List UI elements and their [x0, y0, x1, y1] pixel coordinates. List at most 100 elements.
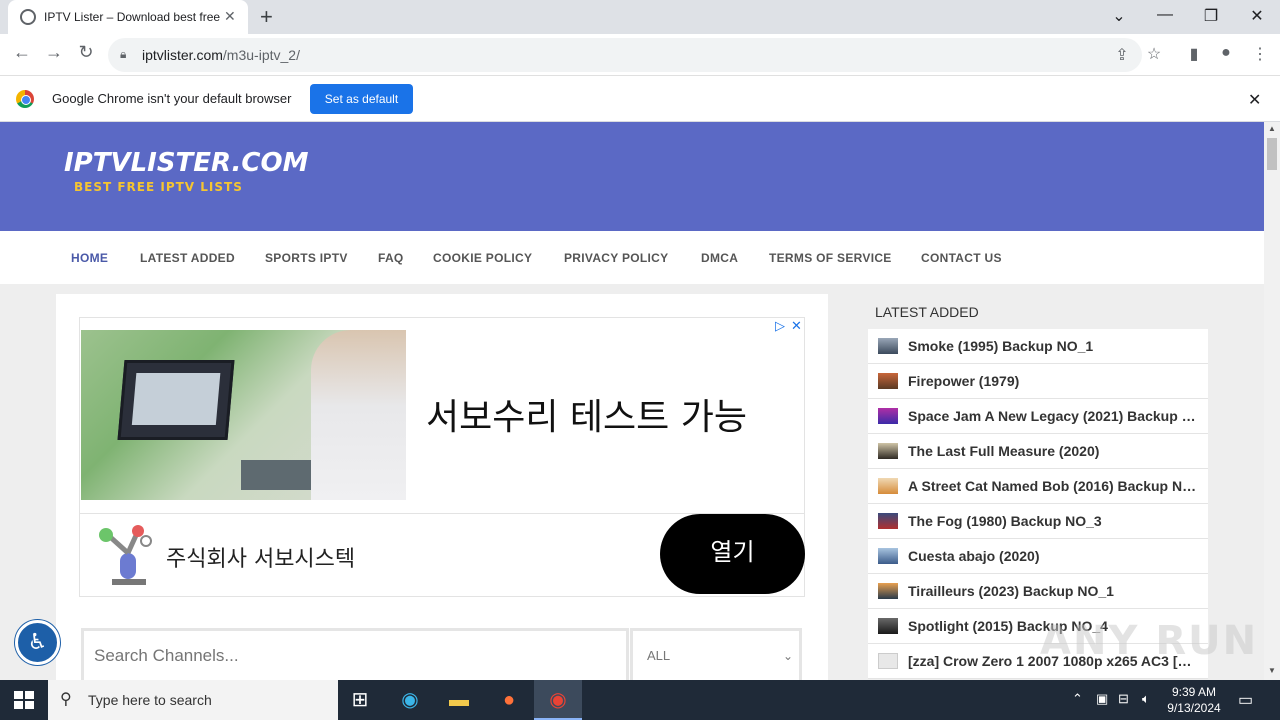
- nav-contact-us[interactable]: CONTACT US: [921, 251, 1002, 265]
- main-content: ▷ ✕ 서보수리 테스트 가능 주식회사 서보시스텍 열기 ALL ⌄: [56, 294, 828, 680]
- minimize-button[interactable]: —: [1150, 6, 1180, 24]
- edge-browser-icon[interactable]: ◉: [386, 680, 434, 720]
- chrome-taskbar-icon[interactable]: ◉: [534, 680, 582, 720]
- restore-button[interactable]: ❐: [1196, 6, 1226, 26]
- ad-image[interactable]: [81, 330, 406, 500]
- nav-faq[interactable]: FAQ: [378, 251, 404, 265]
- url-path: /m3u-iptv_2/: [222, 47, 300, 63]
- bookmark-star-icon[interactable]: ☆: [1142, 44, 1166, 64]
- url-text: iptvlister.com/m3u-iptv_2/: [142, 47, 300, 63]
- nav-home[interactable]: HOME: [71, 251, 108, 265]
- menu-kebab-icon[interactable]: ⋮: [1248, 44, 1272, 64]
- list-item[interactable]: The Fog (1980) Backup NO_3: [868, 504, 1208, 539]
- adchoices-icon[interactable]: ▷: [775, 318, 785, 334]
- windows-taskbar: ⚲ Type here to search ⊞ ◉ ▬ ● ◉ ⌃ ▣ ⊟ 🔈︎…: [0, 680, 1280, 720]
- chrome-logo-icon: [16, 90, 34, 108]
- notification-icon[interactable]: ▭: [1238, 690, 1253, 710]
- profile-avatar-icon[interactable]: ●: [1214, 44, 1238, 62]
- movie-thumbnail: [878, 478, 898, 494]
- nav-privacy-policy[interactable]: PRIVACY POLICY: [564, 251, 668, 265]
- file-explorer-icon[interactable]: ▬: [435, 680, 483, 720]
- forward-arrow-icon[interactable]: →: [40, 42, 68, 63]
- reload-icon[interactable]: ↻: [72, 42, 100, 63]
- list-item[interactable]: Cuesta abajo (2020): [868, 539, 1208, 574]
- url-domain: iptvlister.com: [142, 47, 223, 63]
- category-select-value: ALL: [647, 648, 671, 663]
- accessibility-icon[interactable]: ♿︎: [15, 620, 60, 665]
- site-tagline: BEST FREE IPTV LISTS: [74, 180, 243, 194]
- search-channels-input[interactable]: [81, 628, 629, 680]
- list-item[interactable]: Smoke (1995) Backup NO_1: [868, 329, 1208, 364]
- robot-arm-logo-icon: [99, 525, 152, 585]
- movie-thumbnail: [878, 548, 898, 564]
- list-item[interactable]: A Street Cat Named Bob (2016) Backup NO_…: [868, 469, 1208, 504]
- windows-start-icon[interactable]: [14, 691, 34, 709]
- meet-now-icon[interactable]: ▣: [1096, 691, 1108, 707]
- tab-search-chevron-icon[interactable]: ⌄: [1104, 6, 1134, 26]
- list-item[interactable]: The Last Full Measure (2020): [868, 434, 1208, 469]
- list-item[interactable]: Space Jam A New Legacy (2021) Backup NO_…: [868, 399, 1208, 434]
- tray-chevron-up-icon[interactable]: ⌃: [1072, 691, 1083, 707]
- share-icon[interactable]: ⇪: [1110, 45, 1134, 65]
- taskbar-clock[interactable]: 9:39 AM 9/13/2024: [1164, 684, 1224, 716]
- sidebar-title: LATEST ADDED: [875, 304, 979, 320]
- nav-terms-of-service[interactable]: TERMS OF SERVICE: [769, 251, 892, 265]
- network-icon[interactable]: ⊟: [1118, 691, 1129, 707]
- ad-headline[interactable]: 서보수리 테스트 가능: [426, 388, 747, 440]
- new-tab-button[interactable]: +: [260, 4, 273, 30]
- laptop-graphic: [117, 360, 235, 440]
- scroll-down-arrow-icon[interactable]: ▼: [1268, 666, 1276, 675]
- site-nav: HOME LATEST ADDED SPORTS IPTV FAQ COOKIE…: [0, 231, 1264, 284]
- nav-cookie-policy[interactable]: COOKIE POLICY: [433, 251, 532, 265]
- movie-thumbnail: [878, 373, 898, 389]
- window-close-button[interactable]: ✕: [1242, 6, 1272, 26]
- taskbar-search-box[interactable]: ⚲ Type here to search: [48, 680, 338, 720]
- category-select[interactable]: ALL ⌄: [630, 628, 802, 680]
- list-item-title[interactable]: Smoke (1995) Backup NO_1: [908, 338, 1198, 354]
- search-icon: ⚲: [60, 691, 72, 708]
- firefox-icon[interactable]: ●: [485, 680, 533, 720]
- advertisement[interactable]: ▷ ✕ 서보수리 테스트 가능 주식회사 서보시스텍 열기: [79, 317, 805, 597]
- nav-dmca[interactable]: DMCA: [701, 251, 738, 265]
- list-item-title[interactable]: The Fog (1980) Backup NO_3: [908, 513, 1198, 529]
- list-item-title[interactable]: The Last Full Measure (2020): [908, 443, 1198, 459]
- nav-latest-added[interactable]: LATEST ADDED: [140, 251, 235, 265]
- site-header: IPTVLISTER.COM BEST FREE IPTV LISTS: [0, 122, 1264, 231]
- default-browser-infobar: Google Chrome isn't your default browser…: [0, 76, 1280, 122]
- list-item-title[interactable]: Firepower (1979): [908, 373, 1198, 389]
- clock-date: 9/13/2024: [1167, 701, 1221, 715]
- address-bar[interactable]: 🔒︎ iptvlister.com/m3u-iptv_2/ ⇪ ☆: [108, 38, 1161, 72]
- site-logo[interactable]: IPTVLISTER.COM: [64, 148, 309, 178]
- infobar-close-icon[interactable]: ✕: [1248, 90, 1261, 110]
- page-scrollbar[interactable]: ▲ ▼: [1264, 122, 1280, 680]
- volume-icon[interactable]: 🔈︎: [1142, 691, 1150, 707]
- tab-close-icon[interactable]: ✕: [224, 8, 236, 25]
- task-view-icon[interactable]: ⊞: [336, 680, 384, 720]
- infobar-message: Google Chrome isn't your default browser: [52, 91, 292, 106]
- ad-company-name[interactable]: 주식회사 서보시스텍: [166, 541, 355, 573]
- list-item[interactable]: Tirailleurs (2023) Backup NO_1: [868, 574, 1208, 609]
- list-item-title[interactable]: Tirailleurs (2023) Backup NO_1: [908, 583, 1198, 599]
- browser-toolbar: ← → ↻ 🔒︎ iptvlister.com/m3u-iptv_2/ ⇪ ☆ …: [0, 34, 1280, 76]
- movie-thumbnail: [878, 653, 898, 669]
- browser-tab[interactable]: IPTV Lister – Download best free ✕: [8, 0, 248, 34]
- movie-thumbnail: [878, 408, 898, 424]
- movie-thumbnail: [878, 443, 898, 459]
- nav-sports-iptv[interactable]: SPORTS IPTV: [265, 251, 348, 265]
- list-item-title[interactable]: Cuesta abajo (2020): [908, 548, 1198, 564]
- set-as-default-button[interactable]: Set as default: [310, 84, 413, 114]
- movie-thumbnail: [878, 618, 898, 634]
- back-arrow-icon[interactable]: ←: [8, 42, 36, 63]
- list-item-title[interactable]: Space Jam A New Legacy (2021) Backup NO_…: [908, 408, 1198, 424]
- scrollbar-thumb[interactable]: [1267, 138, 1277, 170]
- scroll-up-arrow-icon[interactable]: ▲: [1268, 124, 1276, 133]
- ad-close-icon[interactable]: ✕: [791, 318, 802, 334]
- list-item-title[interactable]: A Street Cat Named Bob (2016) Backup NO_…: [908, 478, 1198, 494]
- channel-search: ALL ⌄: [81, 628, 803, 680]
- ad-open-button[interactable]: 열기: [660, 514, 805, 594]
- web-page: IPTVLISTER.COM BEST FREE IPTV LISTS HOME…: [0, 122, 1264, 680]
- taskbar-search-text: Type here to search: [88, 692, 212, 708]
- lock-icon: 🔒︎: [120, 47, 127, 61]
- side-panel-icon[interactable]: ▮: [1182, 44, 1206, 64]
- list-item[interactable]: Firepower (1979): [868, 364, 1208, 399]
